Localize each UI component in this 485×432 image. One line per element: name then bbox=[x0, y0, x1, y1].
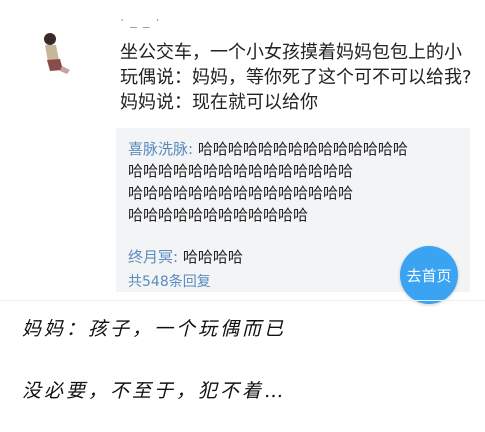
post-text-line: 坐公交车，一个小女孩摸着妈妈包包上的小 bbox=[120, 42, 462, 63]
post-card: · _ _ · 坐公交车，一个小女孩摸着妈妈包包上的小 玩偶说：妈妈，等你死了这… bbox=[28, 8, 472, 292]
comment-item: 喜脉洗脉: 哈哈哈哈哈哈哈哈哈哈哈哈哈哈 哈哈哈哈哈哈哈哈哈哈哈哈哈哈哈 哈哈哈… bbox=[128, 138, 464, 226]
handwritten-caption-line: 妈妈：孩子，一个玩偶而已 bbox=[22, 318, 287, 340]
home-button[interactable]: 去首页 bbox=[400, 246, 458, 304]
post-username[interactable]: · _ _ · bbox=[120, 14, 161, 29]
handwritten-caption-line: 没必要，不至于，犯不着… bbox=[22, 380, 287, 402]
comment-line: 喜脉洗脉: 哈哈哈哈哈哈哈哈哈哈哈哈哈哈 bbox=[128, 138, 464, 160]
avatar[interactable] bbox=[36, 30, 78, 76]
comment-username[interactable]: 喜脉洗脉: bbox=[128, 140, 193, 158]
comment-text: 哈哈哈哈哈哈哈哈哈哈哈哈哈哈 bbox=[193, 140, 408, 158]
post-text-line: 妈妈说：现在就可以给你 bbox=[120, 92, 318, 113]
divider bbox=[0, 300, 485, 301]
comment-username[interactable]: 终月冥: bbox=[128, 248, 178, 266]
reply-count-link[interactable]: 共548条回复 bbox=[128, 271, 211, 291]
post-text: 坐公交车，一个小女孩摸着妈妈包包上的小 玩偶说：妈妈，等你死了这个可不可以给我?… bbox=[120, 40, 472, 115]
post-text-line: 玩偶说：妈妈，等你死了这个可不可以给我? bbox=[120, 67, 472, 88]
comment-line: 哈哈哈哈哈哈哈哈哈哈哈哈哈哈哈 bbox=[128, 184, 354, 202]
comment-line: 哈哈哈哈哈哈哈哈哈哈哈哈 bbox=[128, 206, 309, 224]
comment-line: 哈哈哈哈哈哈哈哈哈哈哈哈哈哈哈 bbox=[128, 162, 354, 180]
comment-text: 哈哈哈哈 bbox=[178, 248, 243, 266]
comment-item: 终月冥: 哈哈哈哈 bbox=[128, 246, 243, 268]
